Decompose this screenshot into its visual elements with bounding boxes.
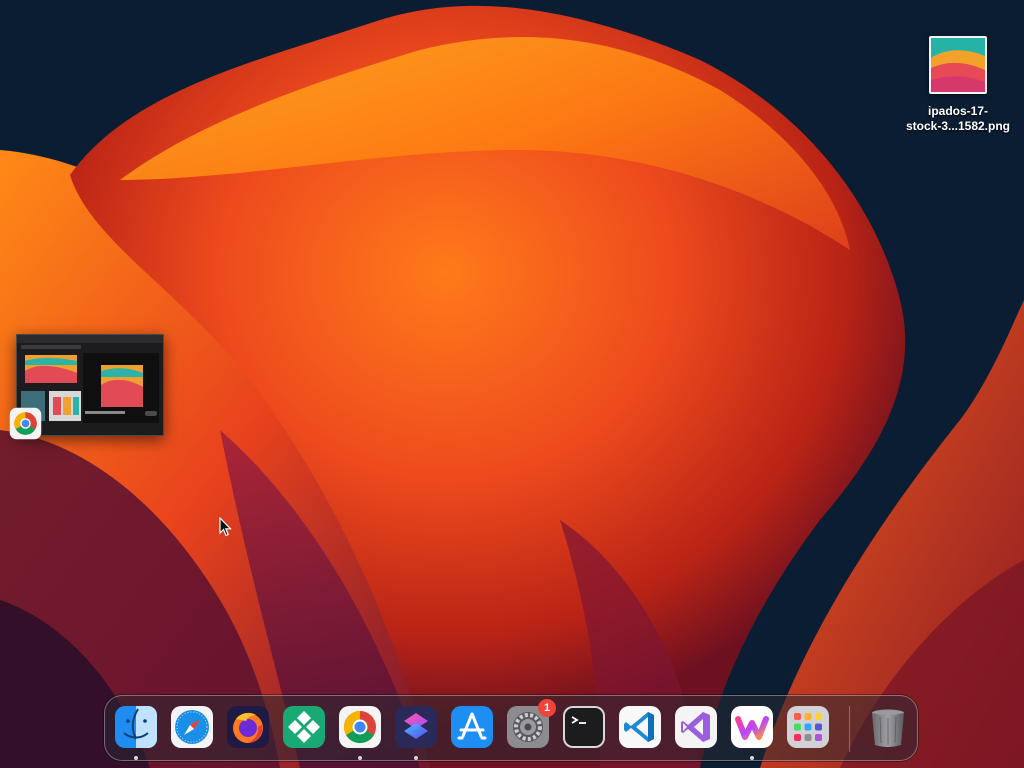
dock-item-wondershare[interactable]: [730, 705, 774, 749]
dock-item-trash[interactable]: [866, 705, 910, 749]
dock-item-app-store[interactable]: [450, 705, 494, 749]
dock-item-diamond-app[interactable]: [282, 705, 326, 749]
trash-icon: [872, 709, 904, 747]
running-indicator: [134, 756, 138, 760]
image-thumbnail: [929, 36, 987, 94]
mouse-pointer-icon: [219, 517, 232, 537]
dock-item-vscode[interactable]: [618, 705, 662, 749]
desktop-file-name: ipados-17- stock-3...1582.png: [905, 104, 1011, 133]
app-store-icon: [451, 706, 493, 748]
dock: 1: [104, 695, 918, 761]
safari-icon: [171, 706, 213, 748]
chrome-icon[interactable]: [9, 407, 42, 440]
visual-studio-icon: [675, 706, 717, 748]
running-indicator: [750, 756, 754, 760]
chrome-icon: [339, 706, 381, 748]
notification-badge: 1: [538, 699, 556, 717]
wondershare-icon: [731, 706, 773, 748]
dock-item-shortcuts[interactable]: [394, 705, 438, 749]
dock-item-visual-studio[interactable]: [674, 705, 718, 749]
running-indicator: [358, 756, 362, 760]
running-indicator: [414, 756, 418, 760]
diamond-app-icon: [283, 706, 325, 748]
dock-separator: [849, 706, 850, 752]
shortcuts-icon: [395, 706, 437, 748]
dock-item-finder[interactable]: [114, 705, 158, 749]
dock-item-chrome[interactable]: [338, 705, 382, 749]
firefox-icon: [227, 706, 269, 748]
vscode-icon: [619, 706, 661, 748]
dock-item-firefox[interactable]: [226, 705, 270, 749]
dock-item-system-settings[interactable]: 1: [506, 699, 556, 749]
terminal-icon: [563, 706, 605, 748]
desktop-file-icon[interactable]: ipados-17- stock-3...1582.png: [896, 36, 1020, 134]
dock-item-terminal[interactable]: [562, 705, 606, 749]
finder-icon: [115, 706, 157, 748]
dock-item-safari[interactable]: [170, 705, 214, 749]
launchpad-icon: [787, 706, 829, 748]
dock-item-launchpad[interactable]: [786, 705, 830, 749]
